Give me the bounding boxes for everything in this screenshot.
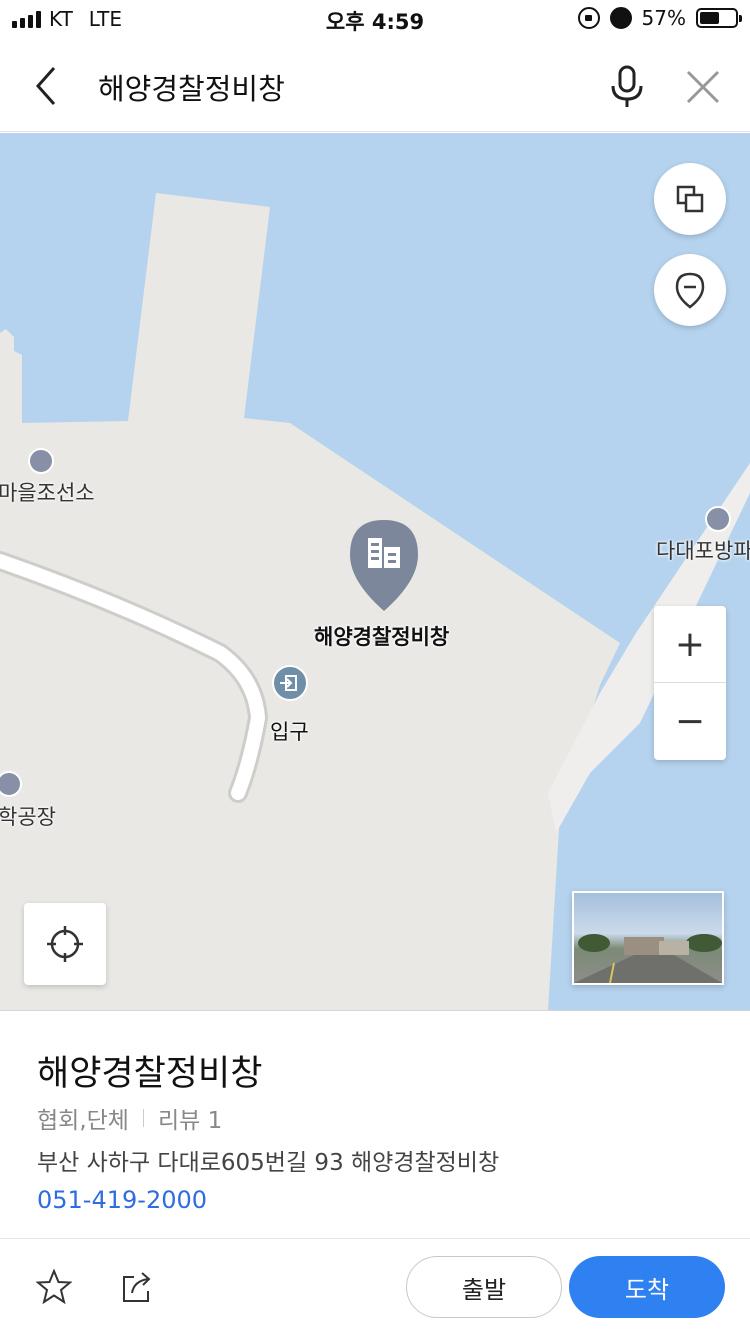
battery-fill (700, 12, 720, 24)
search-query[interactable]: 해양경찰정비창 (98, 66, 285, 108)
close-icon (686, 70, 720, 104)
ferry-icon[interactable] (705, 506, 731, 532)
alarm-icon (609, 7, 632, 29)
rotation-lock-icon (577, 7, 600, 29)
map-base-layer (0, 193, 750, 1010)
map-label-ferry[interactable]: 다대포방파 (656, 535, 750, 565)
phone-link[interactable]: 051-419-2000 (37, 1186, 207, 1214)
map-view[interactable]: 마을조선소 다대포방파 해양경찰정비창 입구 학공장 + − (0, 133, 750, 1010)
entrance-icon[interactable] (272, 665, 308, 701)
chevron-left-icon (35, 67, 56, 105)
road-view-thumbnail[interactable] (572, 891, 724, 985)
place-address: 부산 사하구 다대로605번길 93 해양경찰정비창 (37, 1150, 500, 1176)
layers-icon (676, 185, 704, 213)
clear-search-button[interactable] (680, 64, 726, 110)
map-label-entrance[interactable]: 입구 (270, 716, 309, 746)
favorite-button[interactable] (35, 1268, 73, 1305)
search-header: 해양경찰정비창 (0, 40, 750, 132)
building-icon[interactable] (28, 448, 54, 474)
entrance-glyph (280, 675, 297, 691)
voice-search-button[interactable] (604, 64, 650, 110)
place-category: 협회,단체 (37, 1108, 129, 1134)
place-info-panel[interactable]: 해양경찰정비창 협회,단체 리뷰 1 부산 사하구 다대로605번길 93 해양… (0, 1010, 750, 1238)
place-name: 해양경찰정비창 (37, 1054, 263, 1094)
battery-percent: 57% (641, 6, 686, 30)
star-icon (35, 1268, 73, 1305)
meta-divider (142, 1109, 144, 1127)
crosshair-icon (47, 926, 83, 962)
depart-button[interactable]: 출발 (406, 1256, 562, 1318)
share-icon (123, 1272, 151, 1302)
share-button[interactable] (120, 1269, 156, 1305)
zoom-in-button[interactable]: + (654, 606, 726, 683)
status-right: 57% (577, 6, 742, 30)
place-meta: 협회,단체 리뷰 1 (37, 1101, 222, 1135)
status-bar: KT LTE 오후 4:59 57% (0, 0, 750, 40)
place-pin-button[interactable] (654, 254, 726, 326)
review-link[interactable]: 리뷰 1 (158, 1101, 222, 1135)
zoom-controls: + − (654, 606, 726, 760)
battery-icon (696, 8, 742, 28)
map-label-factory[interactable]: 학공장 (0, 801, 56, 831)
map-pin-minus-icon (675, 272, 705, 309)
microphone-icon (611, 65, 643, 107)
map-label-shipyard[interactable]: 마을조선소 (0, 477, 95, 507)
back-button[interactable] (30, 64, 66, 108)
bottom-action-bar: 출발 도착 (0, 1238, 750, 1333)
map-label-selected-place[interactable]: 해양경찰정비창 (314, 621, 449, 651)
road-view-image (574, 934, 722, 983)
current-location-button[interactable] (24, 903, 106, 985)
arrive-button[interactable]: 도착 (569, 1256, 725, 1318)
zoom-out-button[interactable]: − (654, 683, 726, 760)
map-layer-button[interactable] (654, 163, 726, 235)
